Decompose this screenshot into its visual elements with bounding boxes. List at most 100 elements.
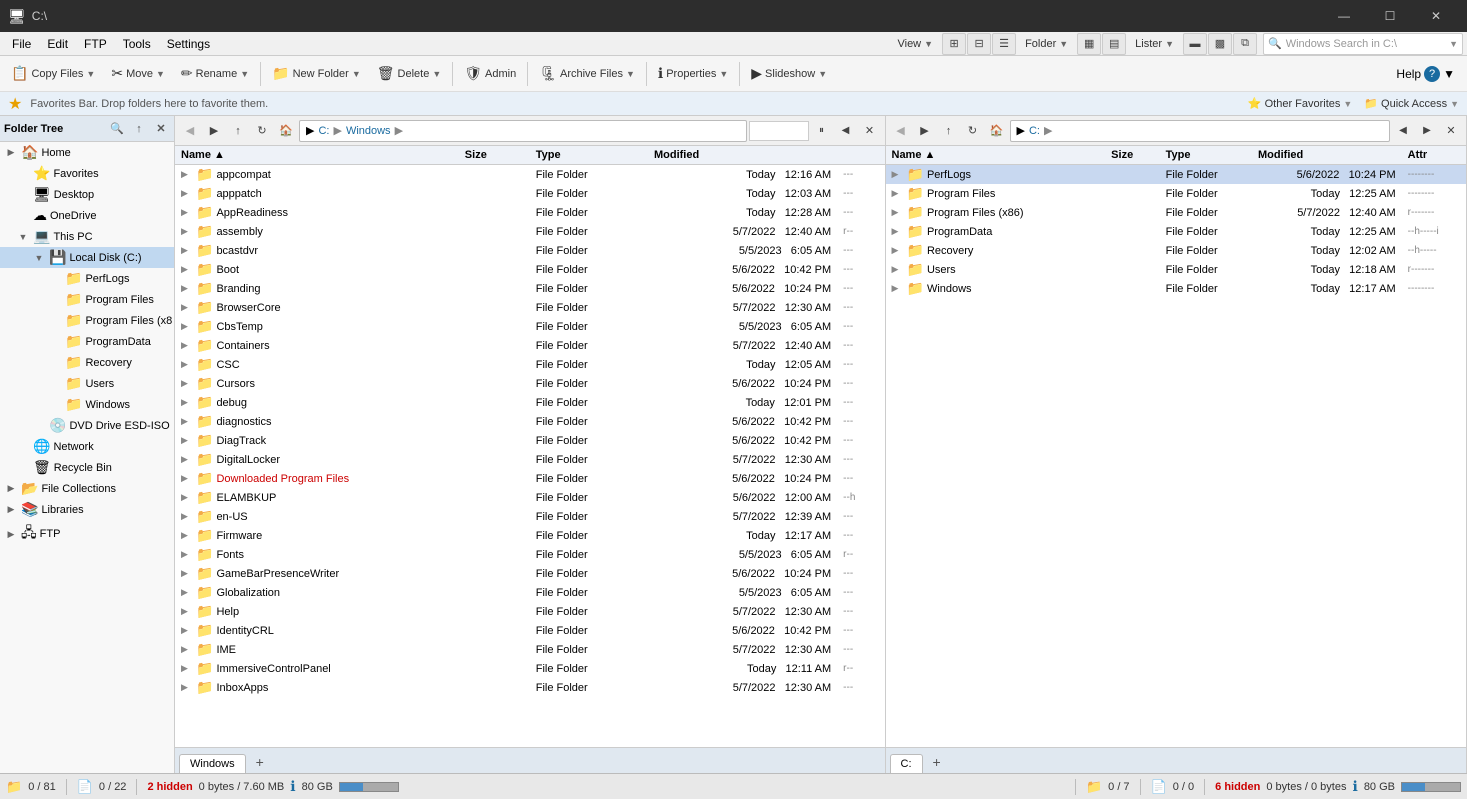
quick-access-button[interactable]: 📁 Quick Access ▼	[1364, 97, 1459, 110]
left-pane-pause-button[interactable]: ⏸	[811, 120, 833, 142]
menu-edit[interactable]: Edit	[39, 35, 76, 53]
menu-ftp[interactable]: FTP	[76, 35, 115, 53]
admin-button[interactable]: 🛡 Admin	[457, 61, 523, 86]
menu-tools[interactable]: Tools	[115, 35, 159, 53]
properties-button[interactable]: ℹ Properties ▼	[651, 61, 735, 86]
tree-item-windows[interactable]: 📁 Windows	[0, 394, 174, 415]
left-file-row[interactable]: ▶ 📁 Containers File Folder 5/7/2022 12:4…	[175, 336, 885, 355]
close-button[interactable]: ✕	[1413, 0, 1459, 32]
left-info-icon[interactable]: ℹ	[290, 778, 295, 795]
right-pane-close-button[interactable]: ✕	[1440, 120, 1462, 142]
move-button[interactable]: ✂ Move ▼	[104, 61, 172, 86]
right-file-row[interactable]: ▶ 📁 Users File Folder Today 12:18 AM r--…	[886, 260, 1467, 279]
folder-view2[interactable]: ▤	[1102, 33, 1126, 55]
tree-item-desktop[interactable]: 🖥 Desktop	[0, 184, 174, 205]
left-file-row[interactable]: ▶ 📁 Help File Folder 5/7/2022 12:30 AM -…	[175, 602, 885, 621]
view-button[interactable]: View▼	[890, 34, 940, 54]
right-col-name[interactable]: Name ▲	[886, 146, 1106, 165]
left-file-row[interactable]: ▶ 📁 diagnostics File Folder 5/6/2022 10:…	[175, 412, 885, 431]
right-col-modified[interactable]: Modified	[1252, 146, 1402, 165]
tree-item-localdisk-c[interactable]: ▼ 💾 Local Disk (C:)	[0, 247, 174, 268]
rename-button[interactable]: ✏ Rename ▼	[174, 61, 256, 86]
left-col-name[interactable]: Name ▲	[175, 146, 459, 165]
copy-files-button[interactable]: 📋 Copy Files ▼	[4, 61, 102, 86]
left-file-row[interactable]: ▶ 📁 CSC File Folder Today 12:05 AM ---	[175, 355, 885, 374]
new-folder-button[interactable]: 📁 New Folder ▼	[265, 61, 368, 86]
left-file-row[interactable]: ▶ 📁 Boot File Folder 5/6/2022 10:42 PM -…	[175, 260, 885, 279]
right-file-row[interactable]: ▶ 📁 Recovery File Folder Today 12:02 AM …	[886, 241, 1467, 260]
windows-search-input[interactable]: Windows Search in C:\	[1286, 38, 1397, 50]
left-path-bar[interactable]: ▶ C: ▶ Windows ▶	[299, 120, 747, 142]
view-list[interactable]: ☰	[992, 33, 1016, 55]
left-file-row[interactable]: ▶ 📁 Cursors File Folder 5/6/2022 10:24 P…	[175, 374, 885, 393]
right-file-row[interactable]: ▶ 📁 Program Files File Folder Today 12:2…	[886, 184, 1467, 203]
menu-settings[interactable]: Settings	[159, 35, 218, 53]
left-pane-sort-button[interactable]: ◀	[835, 120, 857, 142]
left-col-size[interactable]: Size	[459, 146, 530, 165]
left-file-row[interactable]: ▶ 📁 DigitalLocker File Folder 5/7/2022 1…	[175, 450, 885, 469]
folder-tree-close-button[interactable]: ✕	[152, 120, 170, 138]
left-file-row[interactable]: ▶ 📁 ELAMBKUP File Folder 5/6/2022 12:00 …	[175, 488, 885, 507]
left-refresh-button[interactable]: ↻	[251, 120, 273, 142]
left-col-modified[interactable]: Modified	[648, 146, 837, 165]
right-up-button[interactable]: ↑	[938, 120, 960, 142]
view-small-icon[interactable]: ⊟	[967, 33, 991, 55]
left-col-type[interactable]: Type	[530, 146, 648, 165]
tree-item-recyclebin[interactable]: 🗑 Recycle Bin	[0, 457, 174, 478]
tree-item-perflogs[interactable]: 📁 PerfLogs	[0, 268, 174, 289]
left-file-row[interactable]: ▶ 📁 assembly File Folder 5/7/2022 12:40 …	[175, 222, 885, 241]
left-file-row[interactable]: ▶ 📁 appcompat File Folder Today 12:16 AM…	[175, 165, 885, 185]
left-file-row[interactable]: ▶ 📁 InboxApps File Folder 5/7/2022 12:30…	[175, 678, 885, 697]
tree-item-recovery[interactable]: 📁 Recovery	[0, 352, 174, 373]
left-tab-windows[interactable]: Windows	[179, 754, 246, 773]
right-forward-button[interactable]: ▶	[914, 120, 936, 142]
left-file-row[interactable]: ▶ 📁 en-US File Folder 5/7/2022 12:39 AM …	[175, 507, 885, 526]
tree-item-favorites[interactable]: ⭐ Favorites	[0, 163, 174, 184]
help-button[interactable]: Help ? ▼	[1388, 63, 1463, 85]
tree-item-users[interactable]: 📁 Users	[0, 373, 174, 394]
other-favorites-button[interactable]: ⭐ Other Favorites ▼	[1248, 97, 1352, 110]
tree-item-network[interactable]: 🌐 Network	[0, 436, 174, 457]
right-info-icon[interactable]: ℹ	[1352, 778, 1357, 795]
right-tab-add-button[interactable]: +	[925, 751, 949, 773]
right-pane-left-button[interactable]: ◀	[1392, 120, 1414, 142]
left-pane-close-button[interactable]: ✕	[859, 120, 881, 142]
right-refresh-button[interactable]: ↻	[962, 120, 984, 142]
folder-tree-up-button[interactable]: ↑	[130, 120, 148, 138]
left-file-row[interactable]: ▶ 📁 Globalization File Folder 5/5/2023 6…	[175, 583, 885, 602]
right-col-attr[interactable]: Attr	[1402, 146, 1466, 165]
left-file-row[interactable]: ▶ 📁 Downloaded Program Files File Folder…	[175, 469, 885, 488]
menu-file[interactable]: File	[4, 35, 39, 53]
left-file-row[interactable]: ▶ 📁 CbsTemp File Folder 5/5/2023 6:05 AM…	[175, 317, 885, 336]
right-back-button[interactable]: ◀	[890, 120, 912, 142]
left-file-row[interactable]: ▶ 📁 Fonts File Folder 5/5/2023 6:05 AM r…	[175, 545, 885, 564]
left-file-row[interactable]: ▶ 📁 bcastdvr File Folder 5/5/2023 6:05 A…	[175, 241, 885, 260]
right-col-size[interactable]: Size	[1105, 146, 1159, 165]
folder-view1[interactable]: ▦	[1077, 33, 1101, 55]
left-file-row[interactable]: ▶ 📁 apppatch File Folder Today 12:03 AM …	[175, 184, 885, 203]
lister-view3[interactable]: ⧉	[1233, 33, 1257, 55]
right-pane-right-button[interactable]: ▶	[1416, 120, 1438, 142]
right-tab-c[interactable]: C:	[890, 754, 923, 773]
tree-item-dvddrive[interactable]: 💿 DVD Drive ESD-ISO	[0, 415, 174, 436]
left-filter-input[interactable]	[749, 121, 809, 141]
tree-item-programfiles[interactable]: 📁 Program Files	[0, 289, 174, 310]
right-file-row[interactable]: ▶ 📁 ProgramData File Folder Today 12:25 …	[886, 222, 1467, 241]
left-back-button[interactable]: ◀	[179, 120, 201, 142]
lister-view2[interactable]: ▩	[1208, 33, 1232, 55]
left-file-row[interactable]: ▶ 📁 GameBarPresenceWriter File Folder 5/…	[175, 564, 885, 583]
tree-item-programfilesx86[interactable]: 📁 Program Files (x8	[0, 310, 174, 331]
folder-tree-search-button[interactable]: 🔍	[108, 120, 126, 138]
left-file-row[interactable]: ▶ 📁 IdentityCRL File Folder 5/6/2022 10:…	[175, 621, 885, 640]
left-file-row[interactable]: ▶ 📁 AppReadiness File Folder Today 12:28…	[175, 203, 885, 222]
left-file-row[interactable]: ▶ 📁 BrowserCore File Folder 5/7/2022 12:…	[175, 298, 885, 317]
delete-button[interactable]: 🗑 Delete ▼	[370, 61, 449, 86]
left-col-attr[interactable]	[837, 146, 884, 165]
right-file-row[interactable]: ▶ 📁 Program Files (x86) File Folder 5/7/…	[886, 203, 1467, 222]
minimize-button[interactable]: —	[1321, 0, 1367, 32]
left-tab-add-button[interactable]: +	[248, 751, 272, 773]
right-col-type[interactable]: Type	[1160, 146, 1252, 165]
left-file-row[interactable]: ▶ 📁 ImmersiveControlPanel File Folder To…	[175, 659, 885, 678]
tree-item-home[interactable]: ▶ 🏠 Home	[0, 142, 174, 163]
left-file-row[interactable]: ▶ 📁 IME File Folder 5/7/2022 12:30 AM --…	[175, 640, 885, 659]
